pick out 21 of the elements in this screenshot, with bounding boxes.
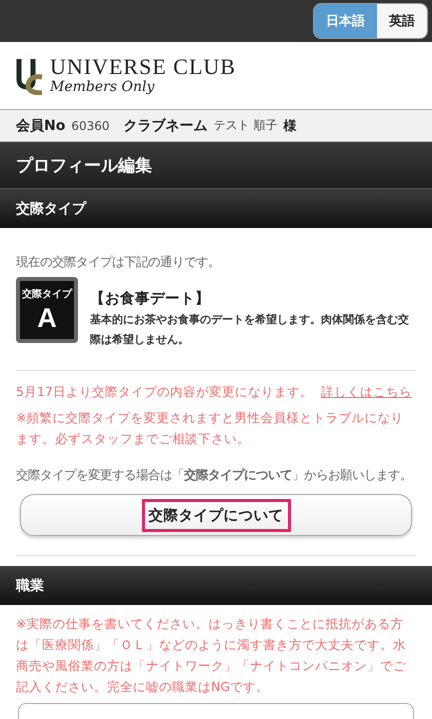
club-name-label: クラブネーム <box>124 116 208 134</box>
warning-text: ※頻繁に交際タイプを変更されますと男性会員様とトラブルになります。必ずスタッフまでご相談下さい。 <box>16 409 404 448</box>
change-instructions: 交際タイプを変更する場合は「交際タイプについて」からお願いします。 <box>16 467 413 484</box>
section-heading: 交際タイプ <box>16 200 86 218</box>
honorific: 様 <box>283 118 296 134</box>
page-title: プロフィール編集 <box>16 154 152 176</box>
notice-text: 5月17日より交際タイプの内容が変更になります。 詳しくはこちら <box>16 383 413 401</box>
member-no: 60360 <box>71 118 110 132</box>
member-no-label: 会員No <box>16 116 66 134</box>
occupation-note: ※実際の仕事を書いてください。はっきり書くことに抵抗がある方は「医療関係」「ＯＬ」などのように濁す書き方で大丈夫です。水商売や風俗業の方は「ナイトワーク」「ナイトコンパニオン」でご記入ください。完全に嘘の職業はNGです。 <box>16 615 407 696</box>
language-tab[interactable]: 英語 <box>377 4 427 38</box>
section-heading: 職業 <box>16 576 44 594</box>
logo-subtitle: Members Only <box>50 79 156 96</box>
dating-type-button[interactable]: 交際タイプについて <box>20 494 412 536</box>
intro-text: 現在の交際タイプは下記の通りです。 <box>16 254 221 271</box>
type-name: 【お食事デート】 <box>90 290 211 308</box>
logo-title: UNIVERSE CLUB <box>50 55 236 79</box>
club-name: テスト 順子 <box>214 117 278 134</box>
badge-label: 交際タイプ <box>22 287 72 301</box>
type-description: 基本的にお茶やお食事のデートを希望します。肉体関係を含む交際は希望しません。 <box>90 312 410 348</box>
badge-letter: A <box>37 303 57 334</box>
